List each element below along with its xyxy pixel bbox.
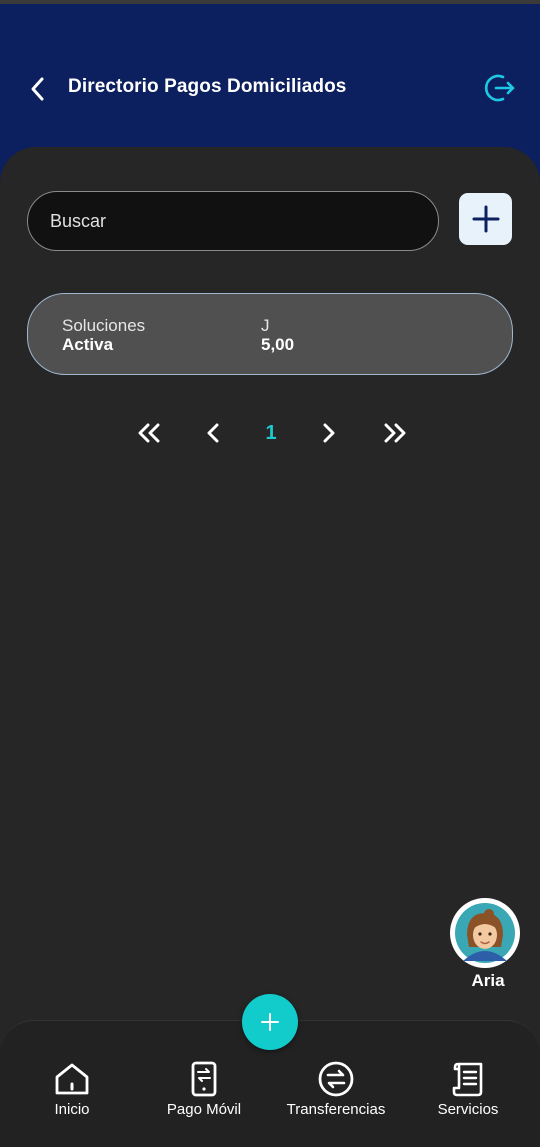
logout-button[interactable]	[482, 70, 518, 106]
nav-item-pago-movil[interactable]: Pago Móvil	[139, 1058, 269, 1124]
list-item[interactable]: Soluciones Activa J 5,00	[27, 293, 513, 375]
nav-label: Pago Móvil	[166, 1101, 242, 1118]
chevron-right-icon	[323, 423, 335, 443]
last-page-button[interactable]	[380, 418, 410, 448]
next-page-button[interactable]	[316, 418, 342, 448]
chevron-left-icon	[31, 77, 44, 101]
page-title: Directorio Pagos Domiciliados	[68, 76, 347, 97]
double-chevron-left-icon	[138, 423, 160, 443]
double-chevron-right-icon	[384, 423, 406, 443]
record-status: Activa	[62, 335, 114, 354]
current-page[interactable]: 1	[258, 418, 284, 448]
quick-action-button[interactable]	[242, 994, 298, 1050]
assistant-avatar[interactable]	[450, 898, 520, 968]
record-amount: 5,00	[261, 335, 295, 354]
mobile-payment-icon	[191, 1061, 217, 1097]
chevron-left-icon	[207, 423, 219, 443]
back-button[interactable]	[22, 72, 52, 106]
record-type: J	[261, 316, 270, 335]
record-name: Soluciones	[62, 316, 146, 335]
nav-item-transferencias[interactable]: Transferencias	[271, 1058, 401, 1124]
first-page-button[interactable]	[134, 418, 164, 448]
add-button[interactable]	[459, 193, 512, 245]
avatar	[455, 903, 515, 963]
transfer-icon	[318, 1061, 354, 1097]
nav-item-servicios[interactable]: Servicios	[403, 1058, 533, 1124]
home-icon	[55, 1063, 89, 1095]
nav-item-inicio[interactable]: Inicio	[7, 1058, 137, 1124]
assistant-name: Aria	[471, 971, 505, 990]
plus-icon	[472, 205, 499, 233]
search-input[interactable]	[50, 210, 416, 232]
plus-icon	[261, 1013, 279, 1031]
logout-icon	[484, 74, 515, 102]
nav-label: Inicio	[54, 1101, 90, 1118]
nav-label: Servicios	[437, 1101, 499, 1118]
receipt-icon	[452, 1062, 483, 1097]
nav-label: Transferencias	[286, 1101, 386, 1118]
search-field[interactable]	[27, 191, 439, 251]
prev-page-button[interactable]	[200, 418, 226, 448]
